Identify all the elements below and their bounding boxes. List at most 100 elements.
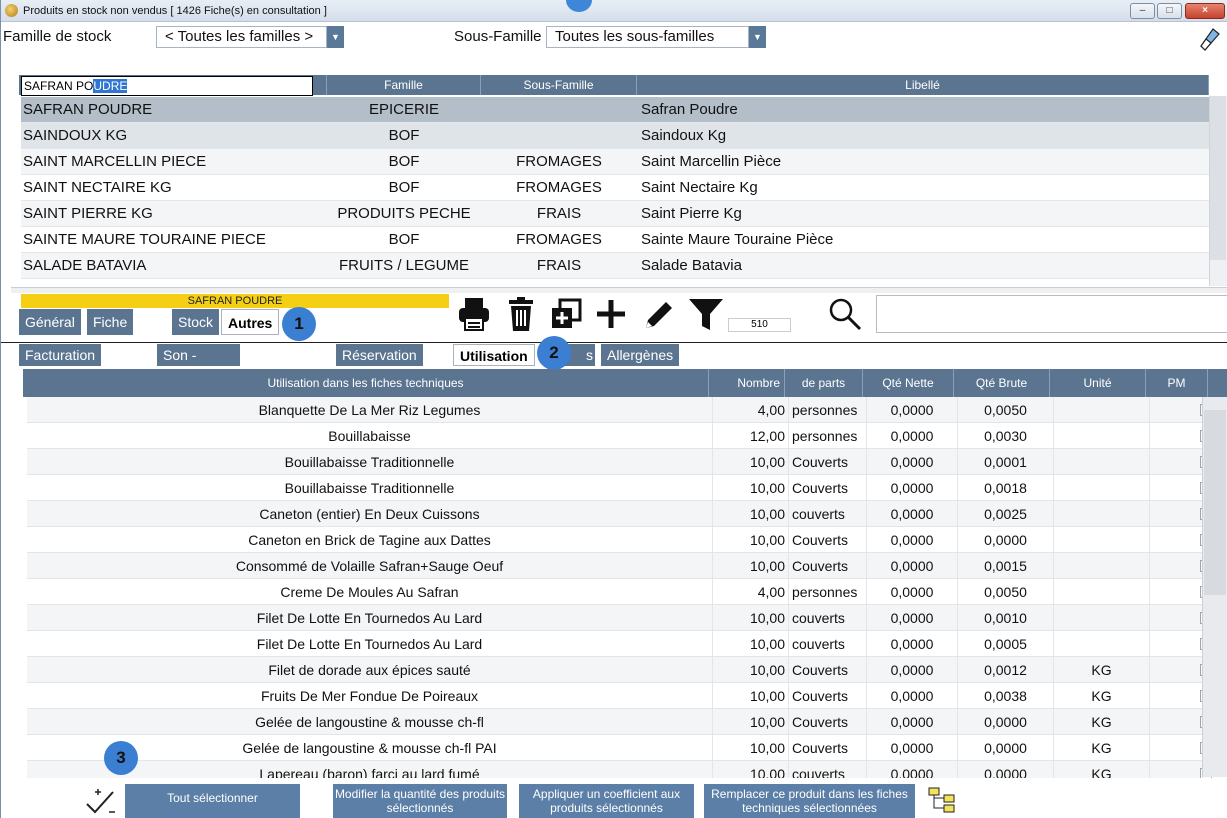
table-row[interactable]: Bouillabaisse Traditionnelle 10,00 Couvert… — [27, 449, 1212, 475]
callout-badge-3: 3 — [104, 741, 138, 775]
duplicate-icon[interactable] — [550, 296, 582, 332]
utilisation-column-header[interactable]: Utilisation dans les fiches techniques — [23, 369, 709, 397]
table-row[interactable]: Creme De Moules Au Safran 4,00 personnes 0,… — [27, 579, 1212, 605]
tab-fiche-tch[interactable]: Fiche Tch. — [87, 309, 135, 356]
tab-facturation-dlc[interactable]: Facturation - DLC — [19, 344, 103, 385]
tab-allergenes[interactable]: Allergènes — [601, 344, 681, 366]
table-row[interactable]: Consommé de Volaille Safran+Sauge Oeuf 10… — [27, 553, 1212, 579]
parts-cell: Couverts — [789, 449, 867, 475]
table-row[interactable]: SAINTE MAURE TOURAINE PIECE BOF FROMAGES… — [21, 227, 1209, 253]
print-icon[interactable] — [457, 296, 491, 332]
parts-cell: Couverts — [789, 527, 867, 553]
table-row[interactable]: SAINDOUX KG BOF Saindoux Kg — [21, 123, 1209, 149]
table-row[interactable]: Filet De Lotte En Tournedos Au Lard 10,00… — [27, 631, 1212, 657]
table-row[interactable]: Fruits De Mer Fondue De Poireaux 10,00 Cou… — [27, 683, 1212, 709]
sousfamille-select[interactable]: Toutes les sous-familles ▼ — [546, 26, 766, 48]
products-scroll-thumb[interactable] — [1210, 96, 1226, 260]
usage-scroll-thumb[interactable] — [1204, 410, 1226, 595]
famille-column-header[interactable]: Famille — [327, 75, 481, 95]
parts-column-header[interactable]: de parts — [785, 369, 863, 397]
code-cell: SAINT MARCELLIN PIECE — [23, 153, 207, 170]
bottom-bar: Tout sélectionner Modifier la quantité d… — [1, 778, 1227, 818]
qte-brute-cell: 0,0018 — [958, 475, 1054, 501]
filter-icon[interactable] — [687, 296, 725, 332]
qte-brute-cell: 0,0038 — [958, 683, 1054, 709]
sousfamille-cell — [481, 97, 637, 123]
current-product-bar: SAFRAN POUDRE — [21, 294, 449, 308]
table-row[interactable]: SAINT PIERRE KG PRODUITS PECHE FRAIS Sai… — [21, 201, 1209, 227]
parts-cell: personnes — [789, 397, 867, 423]
famille-select[interactable]: < Toutes les familles > ▼ — [156, 26, 344, 48]
eraser-icon[interactable] — [1199, 26, 1221, 52]
table-row[interactable]: Caneton (entier) En Deux Cuissons 10,00 co… — [27, 501, 1212, 527]
tab-son-photos-documents[interactable]: Son - Photos - Documents — [157, 344, 241, 407]
unite-column-header[interactable]: Unité — [1050, 369, 1146, 397]
code-search-input[interactable]: SAFRAN POUDRE — [21, 76, 313, 96]
window-title: Produits en stock non vendus [ 1426 Fich… — [23, 5, 327, 17]
sousfamille-cell: FRAIS — [536, 205, 582, 222]
table-row[interactable]: SAINT MARCELLIN PIECE BOF FROMAGES Saint… — [21, 149, 1209, 175]
table-row[interactable]: Filet De Lotte En Tournedos Au Lard 10,00… — [27, 605, 1212, 631]
tab-stock[interactable]: Stock — [172, 309, 221, 335]
nombre-column-header[interactable]: Nombre — [709, 369, 785, 397]
chevron-down-icon[interactable]: ▼ — [749, 26, 766, 48]
famille-cell: FRUITS / LEGUME — [338, 257, 469, 274]
table-row[interactable]: Blanquette De La Mer Riz Legumes 4,00 pers… — [27, 397, 1212, 423]
code-cell: SAINTE MAURE TOURAINE PIECE — [23, 231, 266, 248]
splitter[interactable] — [11, 287, 1227, 293]
table-row[interactable]: Bouillabaisse 12,00 personnes 0,0000 0,0030 — [27, 423, 1212, 449]
tab-utilisation[interactable]: Utilisation — [453, 344, 535, 366]
qte-nette-cell: 0,0000 — [867, 579, 958, 605]
pencil-icon[interactable] — [642, 296, 674, 332]
tab-reservation[interactable]: Réservation — [336, 344, 424, 366]
parts-cell: couverts — [789, 631, 867, 657]
chevron-down-icon[interactable]: ▼ — [327, 26, 344, 48]
record-counter: 510 — [728, 318, 791, 332]
minimize-button[interactable]: – — [1130, 3, 1155, 19]
table-row[interactable]: Bouillabaisse Traditionnelle 10,00 Couvert… — [27, 475, 1212, 501]
table-row[interactable]: SAFRAN POUDRE EPICERIE Safran Poudre — [21, 97, 1209, 123]
apply-coefficient-button[interactable]: Appliquer un coefficient aux produits sé… — [519, 784, 694, 818]
close-button[interactable]: × — [1185, 3, 1225, 19]
table-row[interactable]: Caneton en Brick de Tagine aux Dattes 10,… — [27, 527, 1212, 553]
libelle-cell: Saint Marcellin Pièce — [641, 153, 782, 170]
qte-nette-cell: 0,0000 — [867, 553, 958, 579]
pm-column-header[interactable]: PM — [1146, 369, 1208, 397]
table-row[interactable]: SALADE BATAVIA FRUITS / LEGUME FRAIS Sal… — [21, 253, 1209, 279]
sousfamille-cell: FROMAGES — [516, 179, 602, 196]
maximize-button[interactable]: □ — [1157, 3, 1182, 19]
callout-badge-1: 1 — [282, 307, 316, 341]
parts-cell: Couverts — [789, 735, 867, 761]
sousfamille-column-header[interactable]: Sous-Famille — [481, 75, 637, 95]
famille-cell: BOF — [388, 127, 420, 144]
table-row[interactable]: SAINT NECTAIRE KG BOF FROMAGES Saint Nec… — [21, 175, 1209, 201]
tree-icon[interactable] — [927, 786, 957, 814]
parts-cell: personnes — [789, 423, 867, 449]
table-row[interactable]: Filet de dorade aux épices sauté 10,00 Cou… — [27, 657, 1212, 683]
libelle-column-header[interactable]: Libellé — [637, 75, 1209, 95]
qte-brute-cell: 0,0005 — [958, 631, 1054, 657]
search-icon[interactable] — [827, 296, 863, 332]
tab-autres[interactable]: Autres — [221, 309, 280, 335]
sousfamille-label: Sous-Famille — [454, 28, 542, 45]
table-row[interactable]: Gelée de langoustine & mousse ch-fl 10,00… — [27, 709, 1212, 735]
search-input[interactable] — [876, 295, 1227, 333]
qte-brute-cell: 0,0000 — [958, 735, 1054, 761]
replace-product-button[interactable]: Remplacer ce produit dans les fiches tec… — [704, 784, 915, 818]
check-plus-minus-icon[interactable] — [85, 786, 117, 816]
libelle-cell: Safran Poudre — [641, 101, 738, 118]
qte-nette-column-header[interactable]: Qté Nette — [863, 369, 954, 397]
qte-brute-column-header[interactable]: Qté Brute — [954, 369, 1050, 397]
parts-cell: couverts — [789, 605, 867, 631]
trash-icon[interactable] — [507, 296, 535, 332]
modify-quantity-button[interactable]: Modifier la quantité des produits sélect… — [333, 784, 507, 818]
add-icon[interactable] — [595, 296, 627, 332]
unite-cell — [1054, 475, 1150, 501]
nombre-cell: 12,00 — [713, 423, 789, 449]
table-row[interactable]: Gelée de langoustine & mousse ch-fl PAI 1… — [27, 735, 1212, 761]
select-all-button[interactable]: Tout sélectionner — [125, 784, 300, 818]
title-bar: Produits en stock non vendus [ 1426 Fich… — [1, 0, 1227, 22]
tab-general[interactable]: Général — [19, 309, 82, 335]
qte-brute-cell: 0,0050 — [958, 579, 1054, 605]
parts-cell: Couverts — [789, 709, 867, 735]
